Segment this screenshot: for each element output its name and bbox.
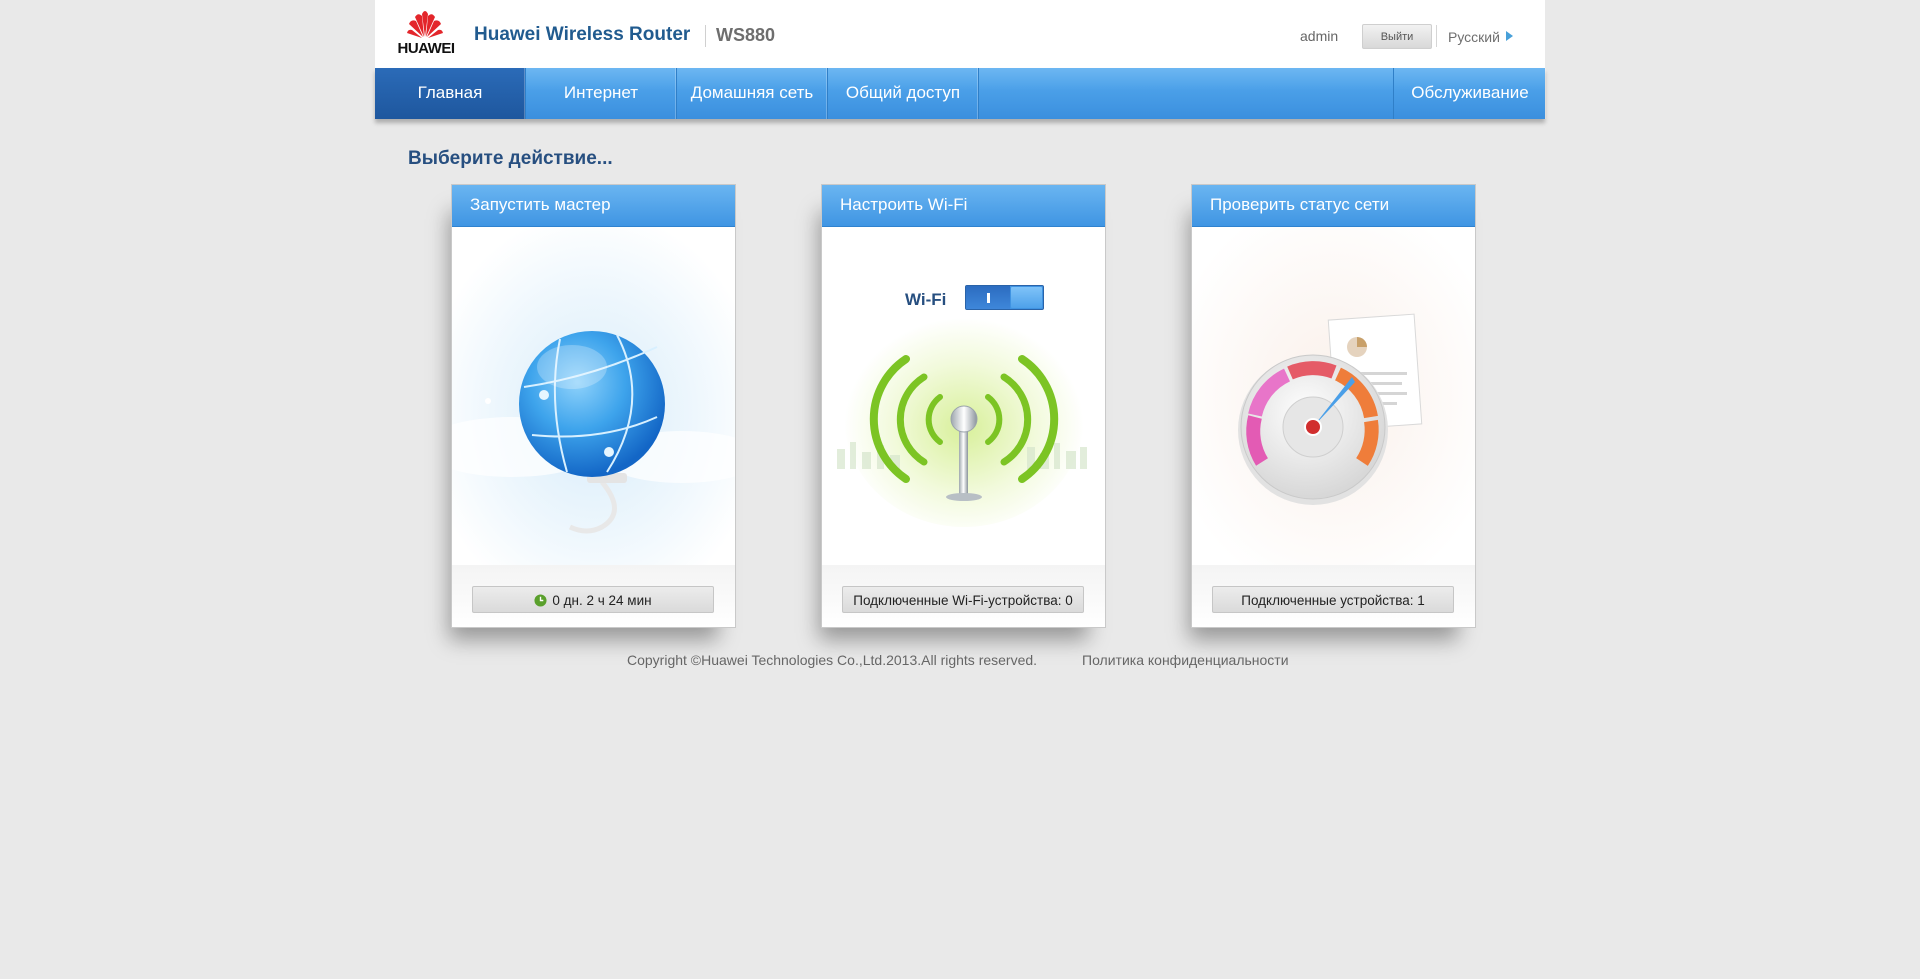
huawei-petal-icon bbox=[407, 11, 443, 38]
card-network-status[interactable]: Проверить статус сети Подключенные устро… bbox=[1191, 184, 1476, 628]
header-divider bbox=[705, 25, 706, 47]
speedometer-icon bbox=[1192, 227, 1475, 567]
globe-illustration[interactable] bbox=[452, 227, 735, 567]
model-name: WS880 bbox=[716, 25, 776, 45]
language-selector[interactable]: Русский bbox=[1448, 29, 1500, 45]
username-label: admin bbox=[1300, 28, 1339, 44]
nav-tab-home-network[interactable]: Домашняя сеть bbox=[677, 68, 828, 119]
wifi-label: Wi-Fi bbox=[905, 290, 947, 309]
clock-icon bbox=[534, 594, 547, 607]
uptime-badge: 0 дн. 2 ч 24 мин bbox=[472, 586, 714, 613]
router-shell: HUAWEI Huawei Wireless Router WS880 admi… bbox=[375, 0, 1545, 119]
language-divider bbox=[1436, 25, 1437, 47]
nav-tab-internet[interactable]: Интернет bbox=[526, 68, 677, 119]
connected-devices-badge: Подключенные устройства: 1 bbox=[1212, 586, 1454, 613]
network-gauge-illustration[interactable] bbox=[1192, 227, 1475, 567]
top-header: HUAWEI Huawei Wireless Router WS880 admi… bbox=[375, 0, 1545, 68]
card-wifi[interactable]: Настроить Wi-Fi Wi-Fi Подключенные Wi-Fi… bbox=[821, 184, 1106, 628]
card-network-title[interactable]: Проверить статус сети bbox=[1192, 185, 1475, 227]
wifi-antenna-icon bbox=[822, 227, 1105, 567]
brand-wordmark: HUAWEI bbox=[397, 40, 456, 57]
wifi-illustration[interactable]: Wi-Fi bbox=[822, 227, 1105, 567]
card-wizard[interactable]: Запустить мастер 0 дн. 2 ч 24 мин bbox=[451, 184, 736, 628]
globe-icon bbox=[452, 227, 735, 567]
nav-tab-sharing[interactable]: Общий доступ bbox=[828, 68, 979, 119]
toggle-on-indicator-icon bbox=[987, 293, 990, 303]
nav-tab-home[interactable]: Главная bbox=[375, 68, 526, 119]
nav-tab-maintenance[interactable]: Обслуживание bbox=[1393, 68, 1546, 119]
copyright-text: Copyright ©Huawei Technologies Co.,Ltd.2… bbox=[627, 652, 1038, 668]
chevron-right-icon[interactable] bbox=[1506, 31, 1513, 41]
product-name: Huawei Wireless Router bbox=[474, 24, 691, 45]
card-wifi-title[interactable]: Настроить Wi-Fi bbox=[822, 185, 1105, 227]
uptime-text: 0 дн. 2 ч 24 мин bbox=[552, 593, 652, 608]
wifi-devices-badge: Подключенные Wi-Fi-устройства: 0 bbox=[842, 586, 1084, 613]
wifi-toggle[interactable] bbox=[965, 285, 1044, 310]
wifi-toggle-knob[interactable] bbox=[1011, 287, 1042, 308]
logout-button[interactable]: Выйти bbox=[1362, 24, 1432, 49]
privacy-policy-link[interactable]: Политика конфиденциальности bbox=[1082, 652, 1289, 668]
page-heading: Выберите действие... bbox=[408, 148, 613, 169]
huawei-logo: HUAWEI bbox=[395, 8, 457, 57]
card-wizard-title[interactable]: Запустить мастер bbox=[452, 185, 735, 227]
main-nav: Главная Интернет Домашняя сеть Общий дос… bbox=[375, 68, 1545, 119]
